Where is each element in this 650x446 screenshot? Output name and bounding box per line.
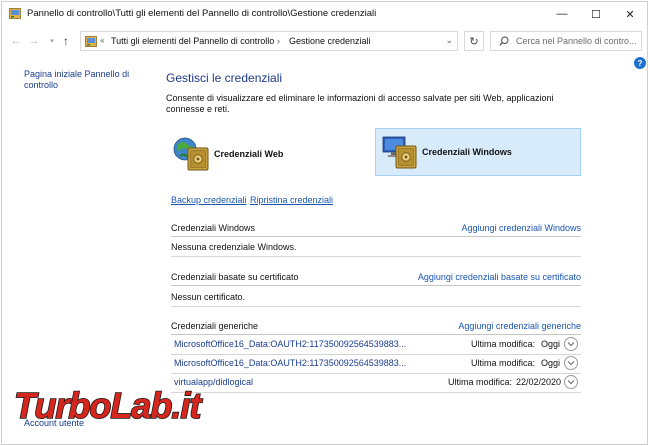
add-windows-credential-link[interactable]: Aggiungi credenziali Windows xyxy=(461,223,581,233)
breadcrumb-all-control-panel-items[interactable]: Tutti gli elementi del Pannello di contr… xyxy=(111,36,274,46)
credential-row[interactable]: MicrosoftOffice16_Data:OAUTH2:1173500925… xyxy=(171,336,581,354)
windows-credentials-label: Credenziali Windows xyxy=(422,147,512,157)
web-credentials-tile[interactable]: Credenziali Web xyxy=(168,131,368,177)
certificate-credentials-section-header: Credenziali basate su certificato Aggiun… xyxy=(171,272,581,286)
page-description: Consente di visualizzare ed eliminare le… xyxy=(166,93,554,114)
last-modified-value: Oggi xyxy=(541,339,561,349)
generic-credentials-section-header: Credenziali generiche Aggiungi credenzia… xyxy=(171,321,581,335)
forward-button[interactable]: → xyxy=(26,33,42,49)
navigation-bar: ← → ▾ ↑ « Tutti gli elementi del Pannell… xyxy=(2,29,647,53)
search-icon xyxy=(499,36,509,46)
address-bar[interactable]: « Tutti gli elementi del Pannello di con… xyxy=(80,31,458,51)
last-modified-label: Ultima modifica: xyxy=(448,377,513,387)
backup-credentials-link[interactable]: Backup credenziali xyxy=(171,195,247,205)
certificate-credentials-empty-text: Nessun certificato. xyxy=(171,292,246,302)
title-bar: Pannello di controllo\Tutti gli elementi… xyxy=(2,2,647,26)
credential-name[interactable]: MicrosoftOffice16_Data:OAUTH2:1173500925… xyxy=(174,339,406,349)
web-credentials-vault-icon xyxy=(173,137,209,171)
back-button[interactable]: ← xyxy=(8,33,24,49)
credential-row[interactable]: MicrosoftOffice16_Data:OAUTH2:1173500925… xyxy=(171,355,581,373)
control-panel-icon xyxy=(85,36,97,47)
add-certificate-credential-link[interactable]: Aggiungi credenziali basate su certifica… xyxy=(418,272,581,282)
windows-credentials-tile[interactable]: Credenziali Windows xyxy=(375,128,581,176)
refresh-button[interactable]: ↻ xyxy=(464,31,484,51)
breadcrumb-credential-manager[interactable]: Gestione credenziali xyxy=(289,36,371,46)
minimize-button[interactable]: — xyxy=(545,2,579,26)
page-title: Gestisci le credenziali xyxy=(166,71,283,85)
search-input[interactable]: Cerca nel Pannello di contro... xyxy=(516,36,637,46)
last-modified-value: Oggi xyxy=(541,358,561,368)
divider xyxy=(171,306,581,307)
add-generic-credential-link[interactable]: Aggiungi credenziali generiche xyxy=(458,321,581,331)
watermark-text: TurboLab.it xyxy=(14,386,203,426)
turbolab-watermark-logo: TurboLab.it xyxy=(13,386,205,426)
address-dropdown-icon[interactable]: ⌄ xyxy=(445,35,453,46)
section-title: Credenziali basate su certificato xyxy=(171,272,299,282)
help-icon[interactable]: ? xyxy=(634,57,646,69)
window-title: Pannello di controllo\Tutti gli elementi… xyxy=(27,8,377,19)
windows-credentials-section-header: Credenziali Windows Aggiungi credenziali… xyxy=(171,223,581,237)
control-panel-icon xyxy=(9,8,21,19)
credential-manager-window: Pannello di controllo\Tutti gli elementi… xyxy=(1,1,648,445)
expand-chevron-icon[interactable] xyxy=(564,337,578,351)
last-modified-label: Ultima modifica: xyxy=(471,339,536,349)
web-credentials-label: Credenziali Web xyxy=(214,149,284,159)
section-title: Credenziali generiche xyxy=(171,321,259,331)
maximize-button[interactable]: ☐ xyxy=(579,2,613,26)
breadcrumb-separator-icon[interactable]: › xyxy=(277,36,280,46)
expand-chevron-icon[interactable] xyxy=(564,375,578,389)
up-button[interactable]: ↑ xyxy=(58,33,74,49)
restore-credentials-link[interactable]: Ripristina credenziali xyxy=(250,195,333,205)
credential-name[interactable]: MicrosoftOffice16_Data:OAUTH2:1173500925… xyxy=(174,358,406,368)
sidebar-control-panel-home-link[interactable]: Pagina iniziale Pannello di controllo xyxy=(24,69,144,91)
divider xyxy=(171,256,581,257)
windows-credentials-vault-icon xyxy=(382,136,417,169)
windows-credentials-empty-text: Nessuna credenziale Windows. xyxy=(171,242,297,252)
search-box[interactable]: Cerca nel Pannello di contro... xyxy=(490,31,642,51)
breadcrumb-overflow-chevron[interactable]: « xyxy=(100,36,104,45)
section-title: Credenziali Windows xyxy=(171,223,256,233)
close-button[interactable]: ✕ xyxy=(613,2,647,26)
last-modified-value: 22/02/2020 xyxy=(516,377,562,387)
last-modified-label: Ultima modifica: xyxy=(471,358,536,368)
expand-chevron-icon[interactable] xyxy=(564,356,578,370)
